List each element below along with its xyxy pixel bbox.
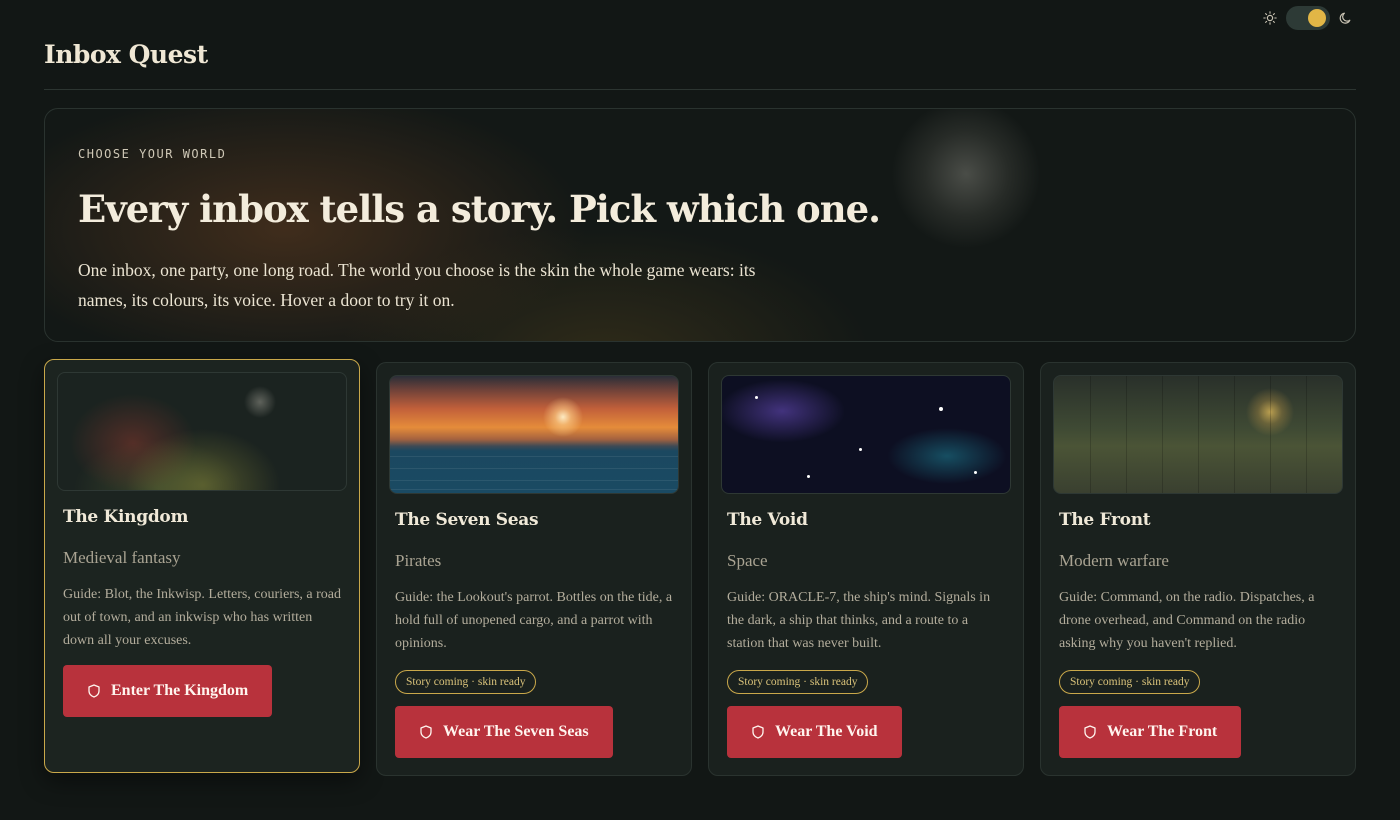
wear-seven-seas-button[interactable]: Wear The Seven Seas: [395, 706, 613, 758]
world-genre: Pirates: [395, 551, 442, 570]
hero-body: One inbox, one party, one long road. The…: [78, 260, 756, 310]
shield-icon: [419, 725, 433, 739]
app-title: Inbox Quest: [44, 40, 208, 69]
header-divider: [44, 89, 1356, 90]
wear-void-button[interactable]: Wear The Void: [727, 706, 902, 758]
status-badge: Story coming · skin ready: [1059, 670, 1201, 694]
shield-icon: [87, 684, 101, 698]
world-guide: Guide: ORACLE-7, the ship's mind. Signal…: [727, 590, 991, 651]
shield-icon: [1083, 725, 1097, 739]
enter-kingdom-button[interactable]: Enter The Kingdom: [63, 665, 273, 717]
enter-kingdom-label: Enter The Kingdom: [111, 682, 249, 699]
world-card-void[interactable]: The Void Space Guide: ORACLE-7, the ship…: [708, 362, 1024, 776]
wear-front-button[interactable]: Wear The Front: [1059, 706, 1242, 758]
theme-switch[interactable]: [1286, 6, 1330, 30]
hero-moon-glow: [891, 109, 1041, 249]
hero-eyebrow: CHOOSE YOUR WORLD: [78, 147, 227, 161]
world-card-front[interactable]: The Front Modern warfare Guide: Command,…: [1040, 362, 1356, 776]
world-genre: Space: [727, 551, 768, 570]
world-name: The Void: [727, 510, 808, 530]
world-card-kingdom[interactable]: The Kingdom Medieval fantasy Guide: Blot…: [44, 359, 360, 773]
world-guide: Guide: Blot, the Inkwisp. Letters, couri…: [63, 587, 341, 648]
world-guide: Guide: the Lookout's parrot. Bottles on …: [395, 590, 673, 651]
wear-void-label: Wear The Void: [775, 723, 878, 740]
world-name: The Seven Seas: [395, 510, 539, 530]
world-name: The Front: [1059, 510, 1151, 530]
theme-switch-knob: [1308, 9, 1326, 27]
shield-icon: [751, 725, 765, 739]
theme-toggle: [1262, 6, 1354, 30]
moon-icon[interactable]: [1338, 10, 1354, 26]
world-art-void: [721, 375, 1011, 494]
world-guide: Guide: Command, on the radio. Dispatches…: [1059, 590, 1315, 651]
status-badge: Story coming · skin ready: [727, 670, 869, 694]
hero-title: Every inbox tells a story. Pick which on…: [78, 187, 881, 231]
status-badge: Story coming · skin ready: [395, 670, 537, 694]
sun-icon[interactable]: [1262, 10, 1278, 26]
world-art-kingdom: [57, 372, 347, 491]
hero-panel: CHOOSE YOUR WORLD Every inbox tells a st…: [44, 108, 1356, 342]
world-name: The Kingdom: [63, 507, 189, 527]
wear-front-label: Wear The Front: [1107, 723, 1218, 740]
world-genre: Modern warfare: [1059, 551, 1169, 570]
world-art-front: [1053, 375, 1343, 494]
world-genre: Medieval fantasy: [63, 548, 181, 567]
wear-seven-seas-label: Wear The Seven Seas: [443, 723, 589, 740]
world-card-seven-seas[interactable]: The Seven Seas Pirates Guide: the Lookou…: [376, 362, 692, 776]
world-art-seven-seas: [389, 375, 679, 494]
